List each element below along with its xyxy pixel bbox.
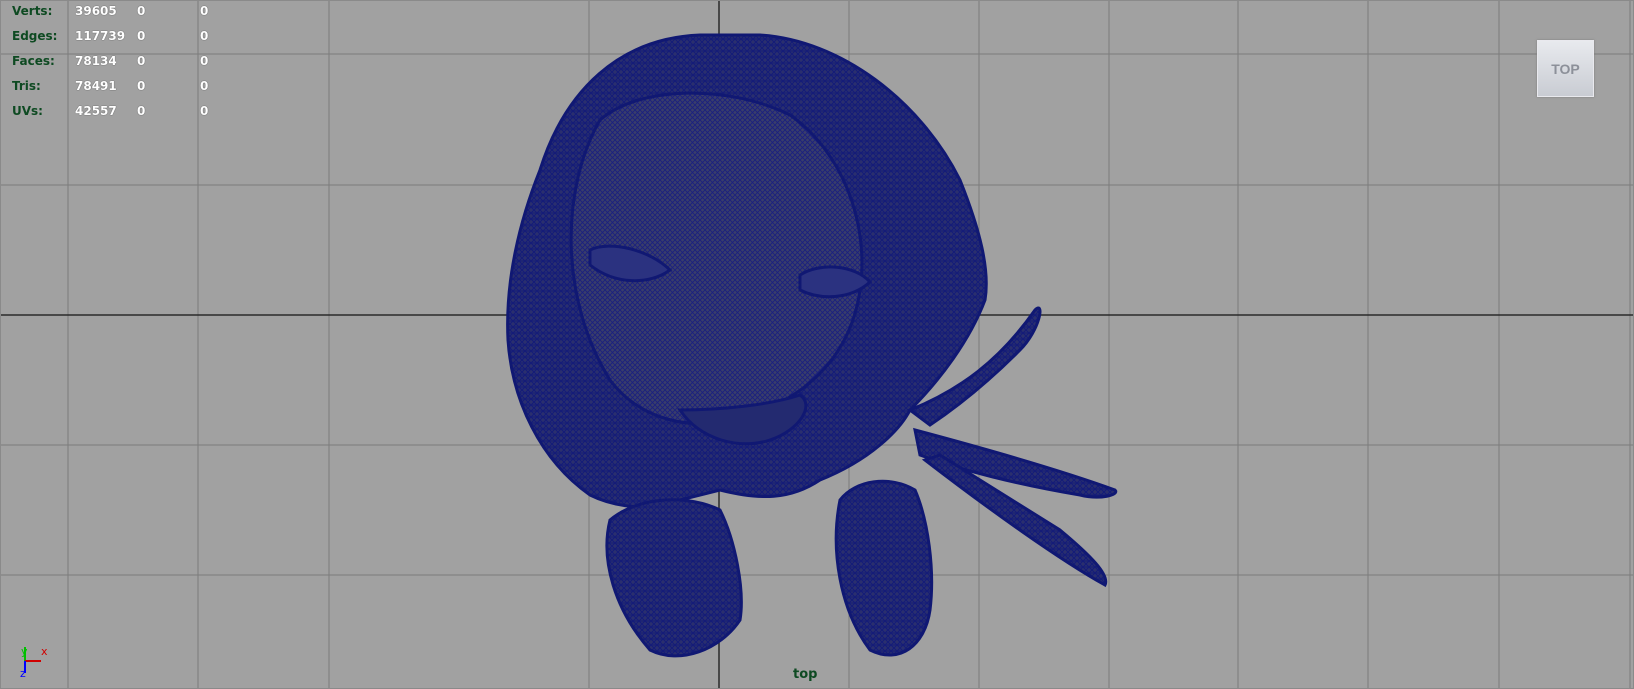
hud-value: 0 xyxy=(200,29,209,43)
axis-x-label: x xyxy=(41,645,48,658)
axis-y-label: y xyxy=(21,645,28,658)
hud-value: 78491 xyxy=(75,79,117,93)
camera-label: top xyxy=(793,667,818,682)
hud-label: UVs: xyxy=(12,104,43,118)
hud-value: 0 xyxy=(137,79,146,93)
hud-value: 0 xyxy=(137,54,146,68)
hud-value: 0 xyxy=(200,4,209,18)
wireframe-mesh[interactable] xyxy=(0,0,1634,689)
viewcube-top[interactable]: TOP xyxy=(1537,40,1594,97)
hud-value: 0 xyxy=(137,4,146,18)
hud-value: 78134 xyxy=(75,54,117,68)
hud-value: 0 xyxy=(137,29,146,43)
hud-label: Edges: xyxy=(12,29,58,43)
viewport-top[interactable]: Verts: 39605 0 0 Edges: 117739 0 0 Faces… xyxy=(0,0,1634,689)
hud-label: Tris: xyxy=(12,79,41,93)
hud-value: 0 xyxy=(200,104,209,118)
hud-value: 39605 xyxy=(75,4,117,18)
axis-gizmo-icon: y x z xyxy=(20,645,48,679)
hud-label: Verts: xyxy=(12,4,53,18)
hud-value: 42557 xyxy=(75,104,117,118)
viewcube-label: TOP xyxy=(1551,60,1580,77)
hud-label: Faces: xyxy=(12,54,55,68)
hud-value: 0 xyxy=(200,79,209,93)
hud-value: 0 xyxy=(200,54,209,68)
hud-value: 0 xyxy=(137,104,146,118)
axis-z-label: z xyxy=(20,667,26,679)
hud-value: 117739 xyxy=(75,29,126,43)
